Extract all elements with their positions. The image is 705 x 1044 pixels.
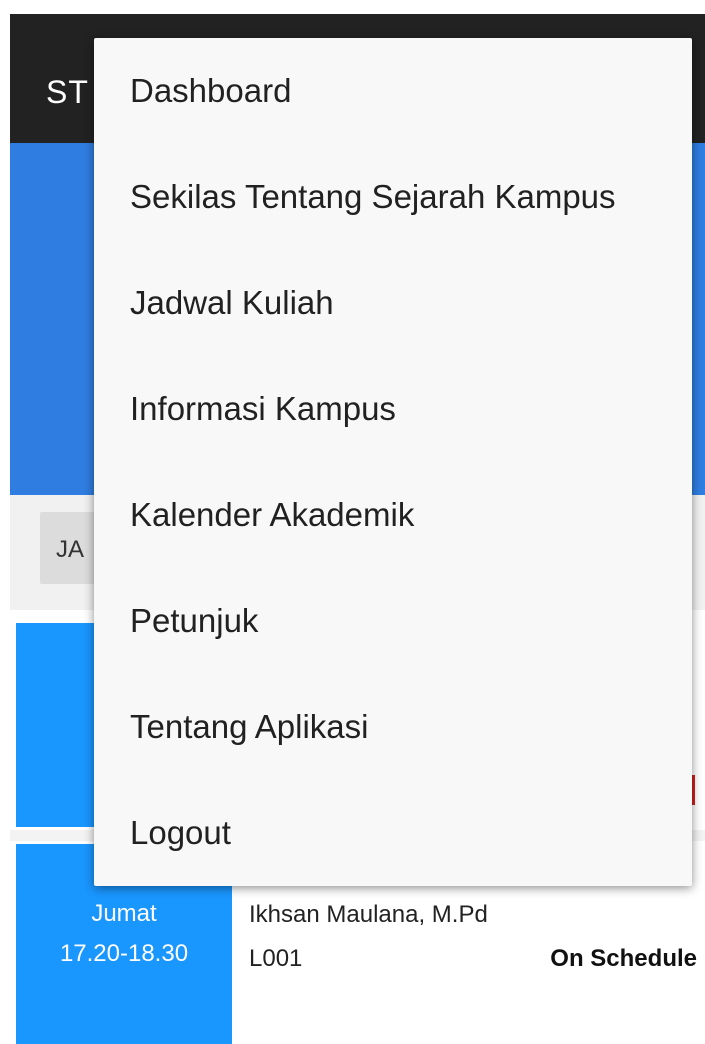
menu-item-label: Petunjuk	[130, 602, 259, 639]
menu-item-label: Logout	[130, 814, 231, 851]
menu-item-petunjuk[interactable]: Petunjuk	[94, 568, 692, 674]
menu-item-label: Kalender Akademik	[130, 496, 415, 533]
menu-item-label: Jadwal Kuliah	[130, 284, 334, 321]
room-code: L001	[249, 945, 303, 972]
lecturer-name: Ikhsan Maulana, M.Pd	[249, 901, 488, 928]
menu-item-dashboard[interactable]: Dashboard	[94, 38, 692, 144]
overflow-menu: Dashboard Sekilas Tentang Sejarah Kampus…	[94, 38, 692, 886]
menu-item-kalender-akademik[interactable]: Kalender Akademik	[94, 462, 692, 568]
status-bar-area	[0, 0, 705, 14]
menu-item-logout[interactable]: Logout	[94, 780, 692, 886]
menu-item-sejarah-kampus[interactable]: Sekilas Tentang Sejarah Kampus	[94, 144, 692, 250]
app-title: ST	[46, 74, 89, 110]
menu-item-label: Sekilas Tentang Sejarah Kampus	[130, 178, 616, 215]
status-label: On Schedule	[550, 945, 697, 972]
menu-item-informasi-kampus[interactable]: Informasi Kampus	[94, 356, 692, 462]
menu-item-label: Informasi Kampus	[130, 390, 396, 427]
menu-item-tentang-aplikasi[interactable]: Tentang Aplikasi	[94, 674, 692, 780]
menu-item-jadwal-kuliah[interactable]: Jadwal Kuliah	[94, 250, 692, 356]
filter-chip-label: JA	[56, 536, 85, 563]
day-label: Jumat	[91, 900, 157, 927]
menu-item-label: Tentang Aplikasi	[130, 708, 369, 745]
menu-item-label: Dashboard	[130, 72, 292, 109]
time-label: 17.20-18.30	[59, 940, 189, 967]
